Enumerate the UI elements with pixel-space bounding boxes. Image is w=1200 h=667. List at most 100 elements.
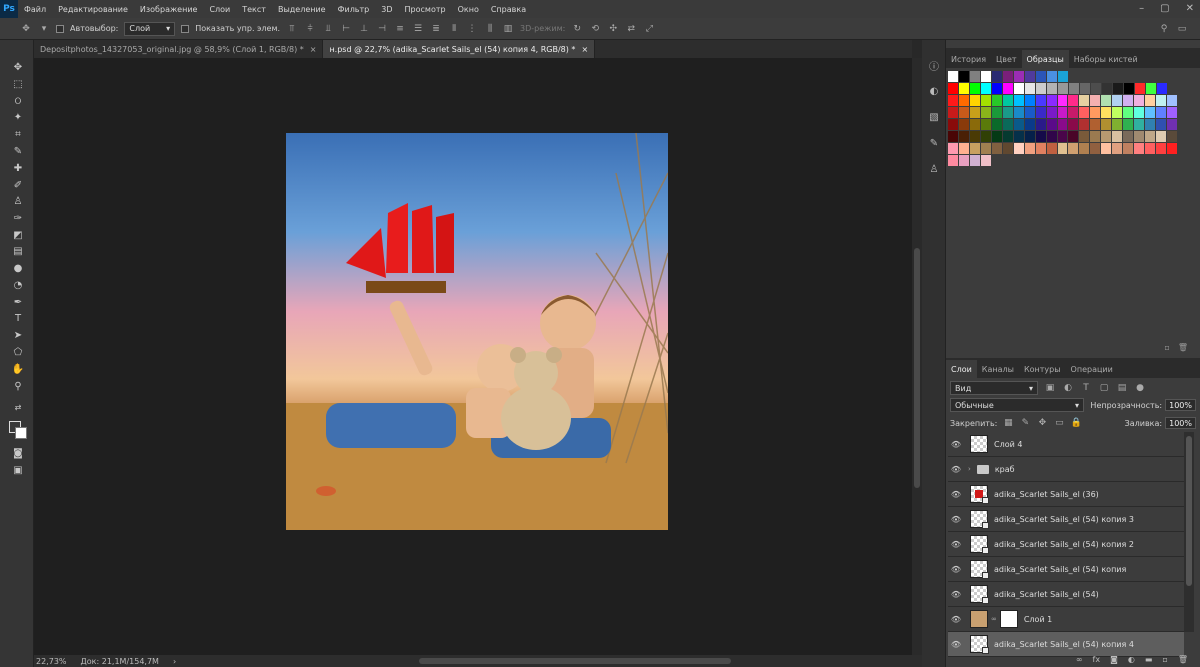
eye-icon[interactable]: 👁 bbox=[948, 440, 964, 449]
color-swatch[interactable] bbox=[1101, 131, 1112, 142]
gradient-tool-icon[interactable]: ▤ bbox=[11, 244, 25, 258]
color-swatch[interactable] bbox=[1057, 143, 1068, 154]
color-swatch[interactable] bbox=[1134, 143, 1145, 154]
menu-window[interactable]: Окно bbox=[452, 5, 485, 14]
color-swatch[interactable] bbox=[1002, 107, 1013, 118]
lock-all-icon[interactable]: 🔒 bbox=[1070, 417, 1082, 429]
color-swatch[interactable] bbox=[1014, 83, 1024, 94]
tab-brush-presets[interactable]: Наборы кистей bbox=[1069, 50, 1143, 68]
color-swatch[interactable] bbox=[1079, 107, 1090, 118]
distribute-top-icon[interactable]: ≡ bbox=[394, 23, 406, 35]
color-swatch[interactable] bbox=[1156, 131, 1167, 142]
color-swatch[interactable] bbox=[1156, 95, 1167, 106]
search-icon[interactable]: ⚲ bbox=[1158, 23, 1170, 35]
lock-artboard-icon[interactable]: ▭ bbox=[1053, 417, 1065, 429]
link-icon[interactable]: ∞ bbox=[991, 615, 997, 623]
color-swatch[interactable] bbox=[1145, 131, 1156, 142]
color-swatch[interactable] bbox=[1123, 107, 1134, 118]
color-swatch[interactable] bbox=[948, 95, 958, 106]
fx-icon[interactable]: fx bbox=[1093, 655, 1101, 664]
color-swatch[interactable] bbox=[1112, 143, 1123, 154]
color-swatch[interactable] bbox=[1013, 143, 1024, 154]
color-swatch[interactable] bbox=[1080, 83, 1090, 94]
color-swatch[interactable] bbox=[1167, 131, 1178, 142]
layer-filter-dropdown[interactable]: Вид ▾ bbox=[950, 381, 1038, 395]
tab-layers[interactable]: Слои bbox=[946, 360, 977, 378]
color-swatch[interactable] bbox=[1146, 83, 1156, 94]
color-swatch[interactable] bbox=[1101, 107, 1112, 118]
color-swatch[interactable] bbox=[1156, 119, 1167, 130]
maximize-icon[interactable]: ▢ bbox=[1160, 3, 1169, 14]
color-swatch[interactable] bbox=[958, 107, 969, 118]
color-swatch[interactable] bbox=[1090, 107, 1101, 118]
color-swatch[interactable] bbox=[1024, 119, 1035, 130]
scroll-thumb[interactable] bbox=[914, 248, 920, 488]
color-swatch[interactable] bbox=[1024, 131, 1035, 142]
color-swatch[interactable] bbox=[1046, 107, 1057, 118]
filter-shape-icon[interactable]: ▢ bbox=[1098, 382, 1110, 394]
orbit-3d-icon[interactable]: ↻ bbox=[571, 23, 583, 35]
color-swatch[interactable] bbox=[1079, 95, 1090, 106]
color-swatch[interactable] bbox=[1058, 83, 1068, 94]
color-swatch[interactable] bbox=[1013, 107, 1024, 118]
chevron-down-icon[interactable]: ▾ bbox=[38, 23, 50, 35]
canvas-horizontal-scrollbar[interactable] bbox=[419, 658, 731, 664]
distribute-left-icon[interactable]: ⦀ bbox=[448, 23, 460, 35]
color-swatch[interactable] bbox=[1079, 119, 1090, 130]
menu-help[interactable]: Справка bbox=[485, 5, 532, 14]
filter-pixel-icon[interactable]: ▣ bbox=[1044, 382, 1056, 394]
eye-icon[interactable]: 👁 bbox=[948, 640, 964, 649]
workspace-icon[interactable]: ▭ bbox=[1176, 23, 1188, 35]
blend-mode-dropdown[interactable]: Обычные ▾ bbox=[950, 398, 1084, 412]
layer-group-row[interactable]: 👁 › краб bbox=[948, 457, 1184, 482]
color-swatch[interactable] bbox=[1157, 83, 1167, 94]
align-right-icon[interactable]: ⊣ bbox=[376, 23, 388, 35]
type-tool-icon[interactable]: T bbox=[11, 311, 25, 325]
color-swatch[interactable] bbox=[1046, 119, 1057, 130]
layer-row[interactable]: 👁 adika_Scarlet Sails_el (54) bbox=[948, 582, 1184, 607]
color-swatch[interactable] bbox=[1123, 131, 1134, 142]
color-swatch[interactable] bbox=[1002, 95, 1013, 106]
color-swatch[interactable] bbox=[959, 71, 969, 82]
new-layer-icon[interactable]: ▫ bbox=[1162, 655, 1167, 664]
layer-row[interactable]: 👁 adika_Scarlet Sails_el (54) копия bbox=[948, 557, 1184, 582]
lasso-tool-icon[interactable]: ଠ bbox=[11, 94, 25, 108]
close-icon[interactable]: × bbox=[310, 45, 317, 54]
color-swatch[interactable] bbox=[1079, 131, 1090, 142]
color-swatch[interactable] bbox=[1046, 143, 1057, 154]
color-swatch[interactable] bbox=[1002, 119, 1013, 130]
show-controls-checkbox[interactable] bbox=[181, 24, 190, 33]
color-swatch[interactable] bbox=[1145, 143, 1156, 154]
color-swatch[interactable] bbox=[969, 95, 980, 106]
menu-3d[interactable]: 3D bbox=[375, 5, 398, 14]
color-swatch[interactable] bbox=[991, 131, 1002, 142]
align-top-icon[interactable]: ⫪ bbox=[286, 23, 298, 35]
color-swatch[interactable] bbox=[1047, 83, 1057, 94]
color-swatch[interactable] bbox=[1101, 95, 1112, 106]
zoom-level[interactable]: 22,73% bbox=[36, 657, 67, 666]
color-swatch[interactable] bbox=[980, 95, 991, 106]
color-swatch[interactable] bbox=[1025, 83, 1035, 94]
color-swatch[interactable] bbox=[948, 83, 958, 94]
color-swatch[interactable] bbox=[948, 71, 958, 82]
color-swatch[interactable] bbox=[1068, 143, 1079, 154]
color-swatch[interactable] bbox=[1047, 71, 1057, 82]
minimize-icon[interactable]: – bbox=[1139, 3, 1144, 14]
color-swatch[interactable] bbox=[1124, 83, 1134, 94]
brush-tool-icon[interactable]: ✐ bbox=[11, 178, 25, 192]
color-swatch[interactable] bbox=[1079, 143, 1090, 154]
color-swatch[interactable] bbox=[948, 119, 958, 130]
color-swatch[interactable] bbox=[948, 131, 958, 142]
menu-file[interactable]: Файл bbox=[18, 5, 52, 14]
status-menu-arrow[interactable]: › bbox=[173, 657, 176, 666]
color-swatch[interactable] bbox=[1069, 83, 1079, 94]
color-swatch[interactable] bbox=[1046, 131, 1057, 142]
color-swatch[interactable] bbox=[1090, 95, 1101, 106]
color-swatch[interactable] bbox=[1013, 131, 1024, 142]
move-tool-icon[interactable]: ✥ bbox=[20, 23, 32, 35]
color-swatch[interactable] bbox=[991, 95, 1002, 106]
color-swatch[interactable] bbox=[1057, 107, 1068, 118]
layer-mask-thumbnail[interactable] bbox=[999, 610, 1018, 628]
color-swatch[interactable] bbox=[1102, 83, 1112, 94]
color-swatch[interactable] bbox=[970, 155, 980, 166]
